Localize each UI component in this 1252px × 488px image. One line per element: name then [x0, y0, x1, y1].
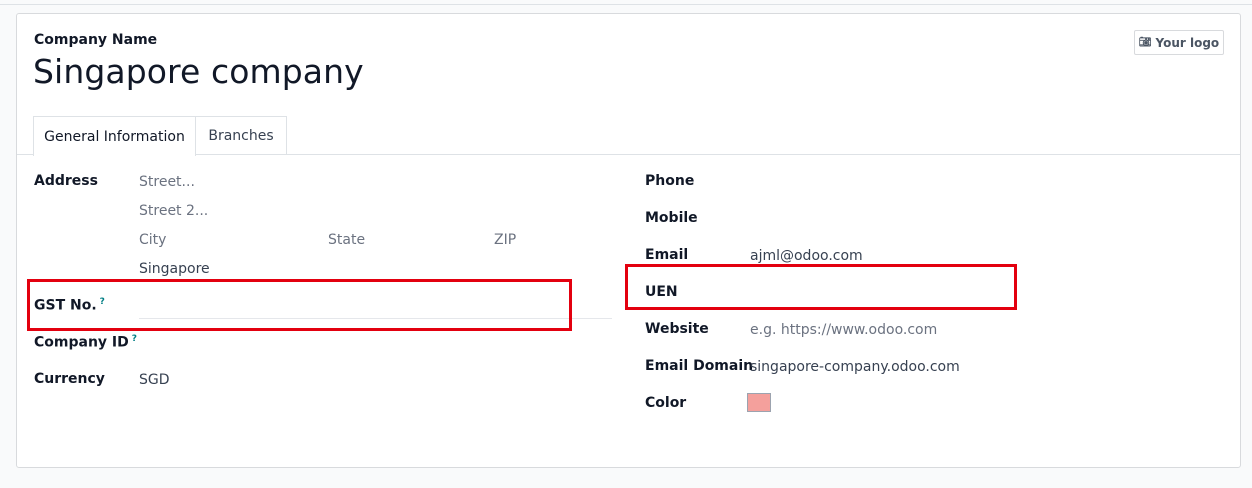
street2-input[interactable]: Street 2... [139, 203, 208, 219]
company-id-label: Company ID? [34, 334, 137, 351]
phone-label: Phone [645, 173, 695, 189]
address-label: Address [34, 173, 98, 189]
country-select[interactable]: Singapore [139, 261, 210, 277]
company-id-label-text: Company ID [34, 334, 129, 351]
uen-highlight-box [625, 264, 1017, 310]
email-domain-label: Email Domain [645, 358, 754, 374]
email-domain-input[interactable]: singapore-company.odoo.com [750, 359, 960, 375]
color-picker[interactable] [747, 393, 771, 412]
tabs-divider [17, 154, 1240, 155]
state-select[interactable]: State [328, 232, 365, 248]
website-label: Website [645, 321, 709, 337]
company-name-field[interactable]: Singapore company [33, 52, 364, 91]
currency-label: Currency [34, 371, 105, 387]
top-bar-edge [0, 0, 1252, 5]
gst-highlight-box [27, 279, 572, 331]
logo-upload-button[interactable]: 📷︎ Your logo [1134, 30, 1224, 55]
tab-general-information[interactable]: General Information [33, 116, 196, 156]
company-form-sheet: Company Name Singapore company 📷︎ Your l… [16, 13, 1241, 468]
city-input[interactable]: City [139, 232, 166, 248]
tab-branches[interactable]: Branches [195, 116, 287, 155]
website-input[interactable]: e.g. https://www.odoo.com [750, 322, 937, 338]
currency-select[interactable]: SGD [139, 372, 170, 388]
camera-icon: 📷︎ [1138, 37, 1152, 48]
email-label: Email [645, 247, 689, 263]
street-input[interactable]: Street... [139, 174, 195, 190]
zip-input[interactable]: ZIP [494, 232, 516, 248]
logo-button-label: Your logo [1155, 35, 1220, 50]
company-name-label: Company Name [34, 32, 158, 48]
color-label: Color [645, 395, 687, 411]
company-id-help-icon[interactable]: ? [132, 334, 137, 344]
email-input[interactable]: ajml@odoo.com [750, 248, 863, 264]
mobile-label: Mobile [645, 210, 698, 226]
